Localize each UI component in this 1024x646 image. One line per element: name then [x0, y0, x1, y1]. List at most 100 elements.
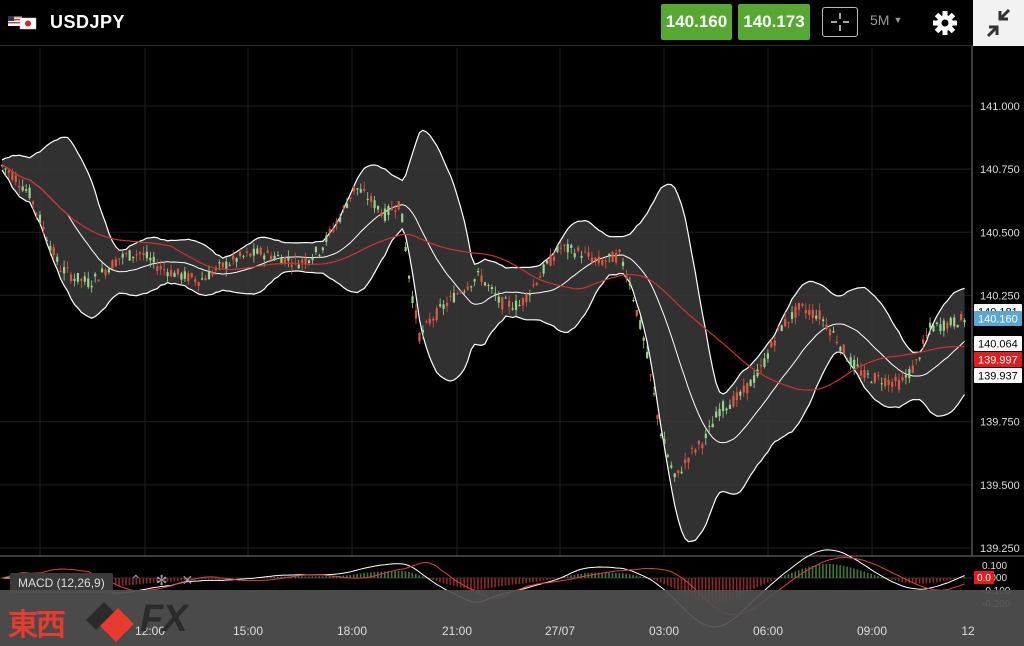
collapse-button[interactable]	[973, 0, 1024, 46]
candle-body	[14, 175, 17, 182]
macd-histogram-bar	[659, 578, 662, 583]
candle-body	[677, 470, 680, 474]
macd-histogram-bar	[380, 571, 383, 578]
macd-histogram-bar	[404, 571, 407, 578]
candle-body	[570, 244, 573, 249]
macd-histogram-bar	[542, 578, 545, 581]
macd-histogram-bar	[211, 578, 214, 580]
candle-body	[459, 291, 462, 293]
candle-body	[880, 383, 883, 385]
macd-histogram-bar	[273, 576, 276, 578]
candle-body	[242, 255, 245, 257]
buy-price-button[interactable]: 140.173	[738, 4, 810, 40]
candle-body	[452, 292, 456, 303]
candle-body	[432, 318, 435, 321]
candle-body	[632, 300, 635, 302]
candle-body	[183, 271, 186, 279]
candle-body	[107, 268, 111, 273]
macd-histogram-bar	[535, 578, 538, 582]
candle-body	[349, 197, 352, 199]
candle-body	[80, 278, 83, 281]
candle-body	[559, 247, 562, 249]
macd-histogram-bar	[546, 578, 548, 581]
candle-body	[673, 473, 676, 478]
candle-body	[601, 260, 604, 265]
macd-histogram-bar	[570, 575, 572, 578]
candle-body	[339, 216, 342, 222]
macd-histogram-bar	[201, 578, 203, 580]
macd-histogram-bar	[628, 574, 631, 578]
candle-body	[221, 262, 224, 268]
symbol-title[interactable]: USDJPY	[50, 12, 125, 33]
macd-histogram-bar	[594, 572, 596, 578]
candle-body	[466, 286, 469, 290]
macd-histogram-bar	[390, 570, 393, 578]
crosshair-button[interactable]	[822, 7, 858, 37]
chart-header: USDJPY 140.160 140.173 5M ▼	[0, 0, 1024, 46]
macd-histogram-bar	[749, 578, 752, 591]
candle-body	[31, 201, 35, 205]
settings-icon[interactable]: ✻	[156, 572, 168, 589]
candle-body	[635, 309, 638, 316]
sell-price-button[interactable]: 140.160	[661, 4, 732, 40]
candle-body	[928, 322, 932, 328]
macd-histogram-bar	[397, 570, 400, 578]
candle-body	[38, 214, 42, 223]
macd-histogram-bar	[825, 563, 828, 578]
candle-body	[166, 272, 169, 277]
macd-tag: 0.0	[977, 573, 991, 584]
candle-body	[835, 341, 838, 344]
candle-body	[870, 382, 873, 384]
candle-body	[56, 256, 59, 262]
price-chart[interactable]: 141.000 140.750 140.500 140.250 139.750 139.5…	[0, 46, 1024, 646]
candle-body	[825, 324, 828, 330]
price-tick-label: 139.250	[980, 543, 1020, 555]
candle-body	[390, 207, 393, 211]
candle-body	[797, 303, 801, 310]
macd-histogram-bar	[449, 578, 452, 585]
macd-histogram-bar	[784, 575, 786, 578]
macd-histogram-bar	[791, 572, 793, 578]
candle-body	[266, 250, 269, 253]
macd-histogram-bar	[301, 576, 303, 578]
candle-body	[163, 269, 166, 271]
candle-body	[97, 279, 100, 282]
macd-histogram-bar	[787, 574, 790, 578]
macd-histogram-bar	[525, 578, 527, 584]
candle-body	[370, 195, 373, 202]
macd-histogram-bar	[915, 578, 917, 584]
macd-histogram-bar	[394, 570, 396, 578]
candle-body	[577, 247, 580, 252]
macd-histogram-bar	[318, 576, 320, 578]
candle-body	[201, 278, 204, 280]
macd-histogram-bar	[121, 578, 124, 586]
macd-histogram-bar	[860, 570, 862, 578]
candle-body	[411, 296, 414, 303]
candle-body	[169, 269, 173, 277]
macd-histogram-bar	[214, 578, 217, 580]
macd-histogram-bar	[642, 577, 645, 578]
candle-body	[818, 310, 821, 320]
candle-body	[704, 433, 707, 439]
timeframe-dropdown[interactable]: 5M ▼	[870, 12, 902, 28]
candle-body	[735, 392, 738, 401]
candle-body	[842, 344, 845, 354]
macd-histogram-bar	[887, 578, 890, 579]
arrow-up-icon[interactable]: ⌃	[130, 572, 142, 589]
macd-histogram-bar	[842, 565, 845, 578]
macd-histogram-bar	[373, 572, 376, 578]
ma-value-tag: 139.997	[978, 355, 1018, 367]
macd-histogram-bar	[829, 563, 831, 578]
macd-histogram-bar	[942, 578, 945, 582]
close-icon[interactable]: ✕	[181, 572, 193, 589]
price-tick-label: 140.500	[980, 227, 1020, 239]
candle-body	[439, 304, 442, 307]
candle-body	[822, 319, 825, 322]
macd-histogram-bar	[308, 576, 310, 578]
gear-icon[interactable]	[930, 8, 960, 38]
macd-histogram-bar	[804, 567, 807, 578]
candle-body	[839, 346, 842, 351]
macd-histogram-bar	[835, 564, 838, 578]
candle-body	[494, 293, 497, 296]
candle-body	[649, 374, 652, 376]
